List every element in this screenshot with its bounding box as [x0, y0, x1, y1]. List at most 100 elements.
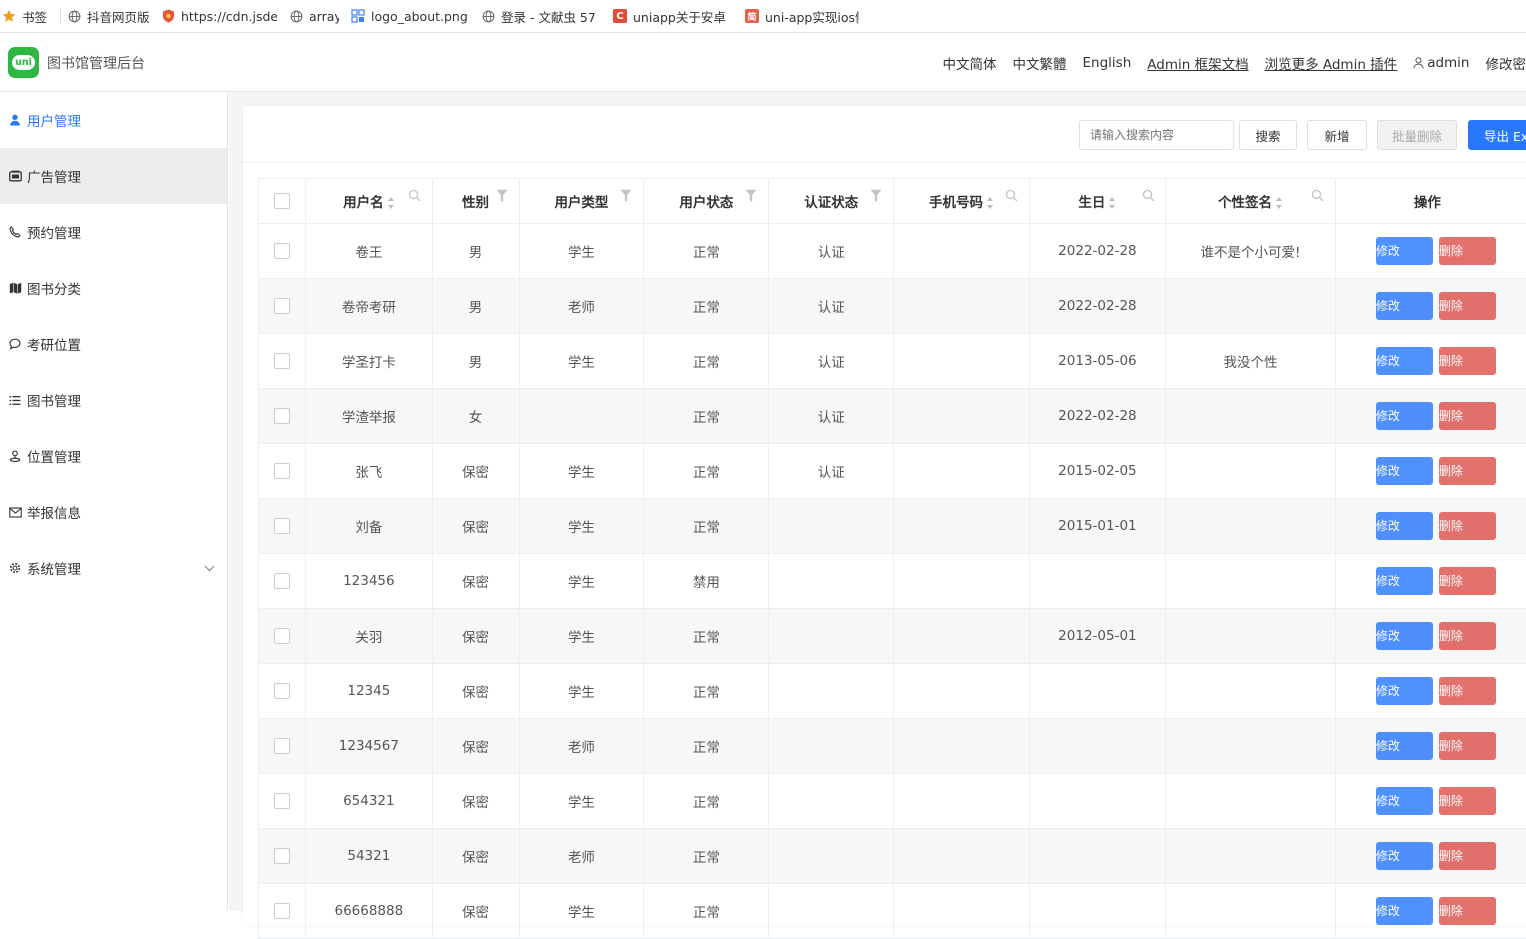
sidebar-item-ads[interactable]: 广告管理: [0, 148, 227, 204]
delete-button[interactable]: 删除: [1439, 402, 1496, 430]
delete-button[interactable]: 删除: [1439, 347, 1496, 375]
sort-icon[interactable]: [388, 197, 395, 209]
row-checkbox[interactable]: [274, 298, 290, 314]
bookmark-uniapp-android[interactable]: C uniapp关于安卓: [607, 0, 739, 33]
cell-phone: [894, 884, 1030, 939]
row-checkbox[interactable]: [274, 628, 290, 644]
edit-button[interactable]: 修改: [1376, 512, 1433, 540]
sidebar-item-study-locations[interactable]: 考研位置: [0, 316, 227, 372]
filter-icon[interactable]: [869, 189, 883, 203]
change-password-link[interactable]: 修改密: [1486, 53, 1526, 73]
row-checkbox[interactable]: [274, 903, 290, 919]
bookmark-douyin[interactable]: 抖音网页版: [61, 0, 155, 33]
delete-button[interactable]: 删除: [1439, 732, 1496, 760]
row-checkbox[interactable]: [274, 738, 290, 754]
edit-button[interactable]: 修改: [1376, 897, 1433, 925]
table-toolbar: 搜索 新增 批量删除 导出 Exc: [243, 106, 1526, 163]
column-header-user-type[interactable]: 用户类型: [519, 179, 644, 224]
bookmark-logo-about[interactable]: logo_about.png: [345, 0, 475, 33]
export-excel-button[interactable]: 导出 Exc: [1468, 120, 1526, 150]
filter-icon[interactable]: [744, 189, 758, 203]
edit-button[interactable]: 修改: [1376, 457, 1433, 485]
plugins-link[interactable]: 浏览更多 Admin 插件: [1265, 53, 1398, 73]
edit-button[interactable]: 修改: [1376, 622, 1433, 650]
row-checkbox[interactable]: [274, 463, 290, 479]
edit-button[interactable]: 修改: [1376, 732, 1433, 760]
sort-icon[interactable]: [987, 197, 994, 209]
search-icon[interactable]: [1141, 189, 1155, 203]
add-button[interactable]: 新增: [1307, 120, 1367, 150]
search-icon[interactable]: [1311, 189, 1325, 203]
cell-birthday: 2013-05-06: [1029, 334, 1165, 389]
cell-user-status: 正常: [644, 719, 769, 774]
bookmark-uniapp-ios[interactable]: 简 uni-app实现ios侧: [739, 0, 865, 33]
sort-icon[interactable]: [1276, 197, 1283, 209]
row-checkbox[interactable]: [274, 848, 290, 864]
lang-simplified-link[interactable]: 中文简体: [943, 53, 997, 73]
cell-auth-status: [769, 829, 894, 884]
edit-button[interactable]: 修改: [1376, 787, 1433, 815]
bookmark-login[interactable]: 登录 - 文献虫 57: [475, 0, 607, 33]
bookmark-folder[interactable]: 书签: [0, 0, 60, 33]
sidebar-item-system[interactable]: 系统管理: [0, 540, 227, 596]
row-checkbox[interactable]: [274, 518, 290, 534]
row-checkbox[interactable]: [274, 683, 290, 699]
row-select-cell: [259, 444, 306, 499]
column-header-username[interactable]: 用户名: [306, 179, 432, 224]
column-header-signature[interactable]: 个性签名: [1166, 179, 1336, 224]
row-checkbox[interactable]: [274, 793, 290, 809]
select-all-checkbox[interactable]: [274, 193, 290, 209]
row-checkbox[interactable]: [274, 573, 290, 589]
user-menu[interactable]: admin: [1413, 55, 1469, 71]
bookmark-cdn[interactable]: https://cdn.jsdeli: [155, 0, 283, 33]
column-header-phone[interactable]: 手机号码: [894, 179, 1030, 224]
row-checkbox[interactable]: [274, 353, 290, 369]
column-header-user-status[interactable]: 用户状态: [644, 179, 769, 224]
delete-button[interactable]: 删除: [1439, 622, 1496, 650]
sidebar-item-locations[interactable]: 位置管理: [0, 428, 227, 484]
column-header-auth-status[interactable]: 认证状态: [769, 179, 894, 224]
row-checkbox[interactable]: [274, 408, 290, 424]
edit-button[interactable]: 修改: [1376, 677, 1433, 705]
app-logo[interactable]: uni: [8, 47, 39, 78]
edit-button[interactable]: 修改: [1376, 842, 1433, 870]
search-input[interactable]: [1079, 120, 1234, 150]
delete-button[interactable]: 删除: [1439, 787, 1496, 815]
search-button[interactable]: 搜索: [1239, 120, 1297, 150]
search-icon[interactable]: [1005, 189, 1019, 203]
edit-button[interactable]: 修改: [1376, 402, 1433, 430]
row-checkbox[interactable]: [274, 243, 290, 259]
csdn-icon: C: [613, 9, 627, 23]
sidebar-item-book-categories[interactable]: 图书分类: [0, 260, 227, 316]
delete-button[interactable]: 删除: [1439, 237, 1496, 265]
sidebar-item-appointments[interactable]: 预约管理: [0, 204, 227, 260]
column-header-gender[interactable]: 性别: [432, 179, 519, 224]
filter-icon[interactable]: [495, 189, 509, 203]
sidebar-item-users[interactable]: 用户管理: [0, 92, 227, 148]
delete-button[interactable]: 删除: [1439, 512, 1496, 540]
delete-button[interactable]: 删除: [1439, 457, 1496, 485]
edit-button[interactable]: 修改: [1376, 347, 1433, 375]
filter-icon[interactable]: [619, 189, 633, 203]
cell-birthday: [1029, 719, 1165, 774]
sidebar-item-reports[interactable]: 举报信息: [0, 484, 227, 540]
edit-button[interactable]: 修改: [1376, 567, 1433, 595]
search-icon[interactable]: [408, 189, 422, 203]
delete-button[interactable]: 删除: [1439, 567, 1496, 595]
delete-button[interactable]: 删除: [1439, 842, 1496, 870]
edit-button[interactable]: 修改: [1376, 292, 1433, 320]
column-header-birthday[interactable]: 生日: [1029, 179, 1165, 224]
delete-button[interactable]: 删除: [1439, 292, 1496, 320]
cell-signature: [1166, 389, 1336, 444]
delete-button[interactable]: 删除: [1439, 677, 1496, 705]
edit-button[interactable]: 修改: [1376, 237, 1433, 265]
docs-link[interactable]: Admin 框架文档: [1147, 53, 1248, 73]
sort-icon[interactable]: [1109, 197, 1116, 209]
lang-english-link[interactable]: English: [1083, 55, 1132, 71]
batch-delete-button[interactable]: 批量删除: [1377, 120, 1457, 150]
bookmark-array[interactable]: array: [283, 0, 345, 33]
delete-button[interactable]: 删除: [1439, 897, 1496, 925]
cell-birthday: 2022-02-28: [1029, 224, 1165, 279]
lang-traditional-link[interactable]: 中文繁體: [1013, 53, 1067, 73]
sidebar-item-books[interactable]: 图书管理: [0, 372, 227, 428]
